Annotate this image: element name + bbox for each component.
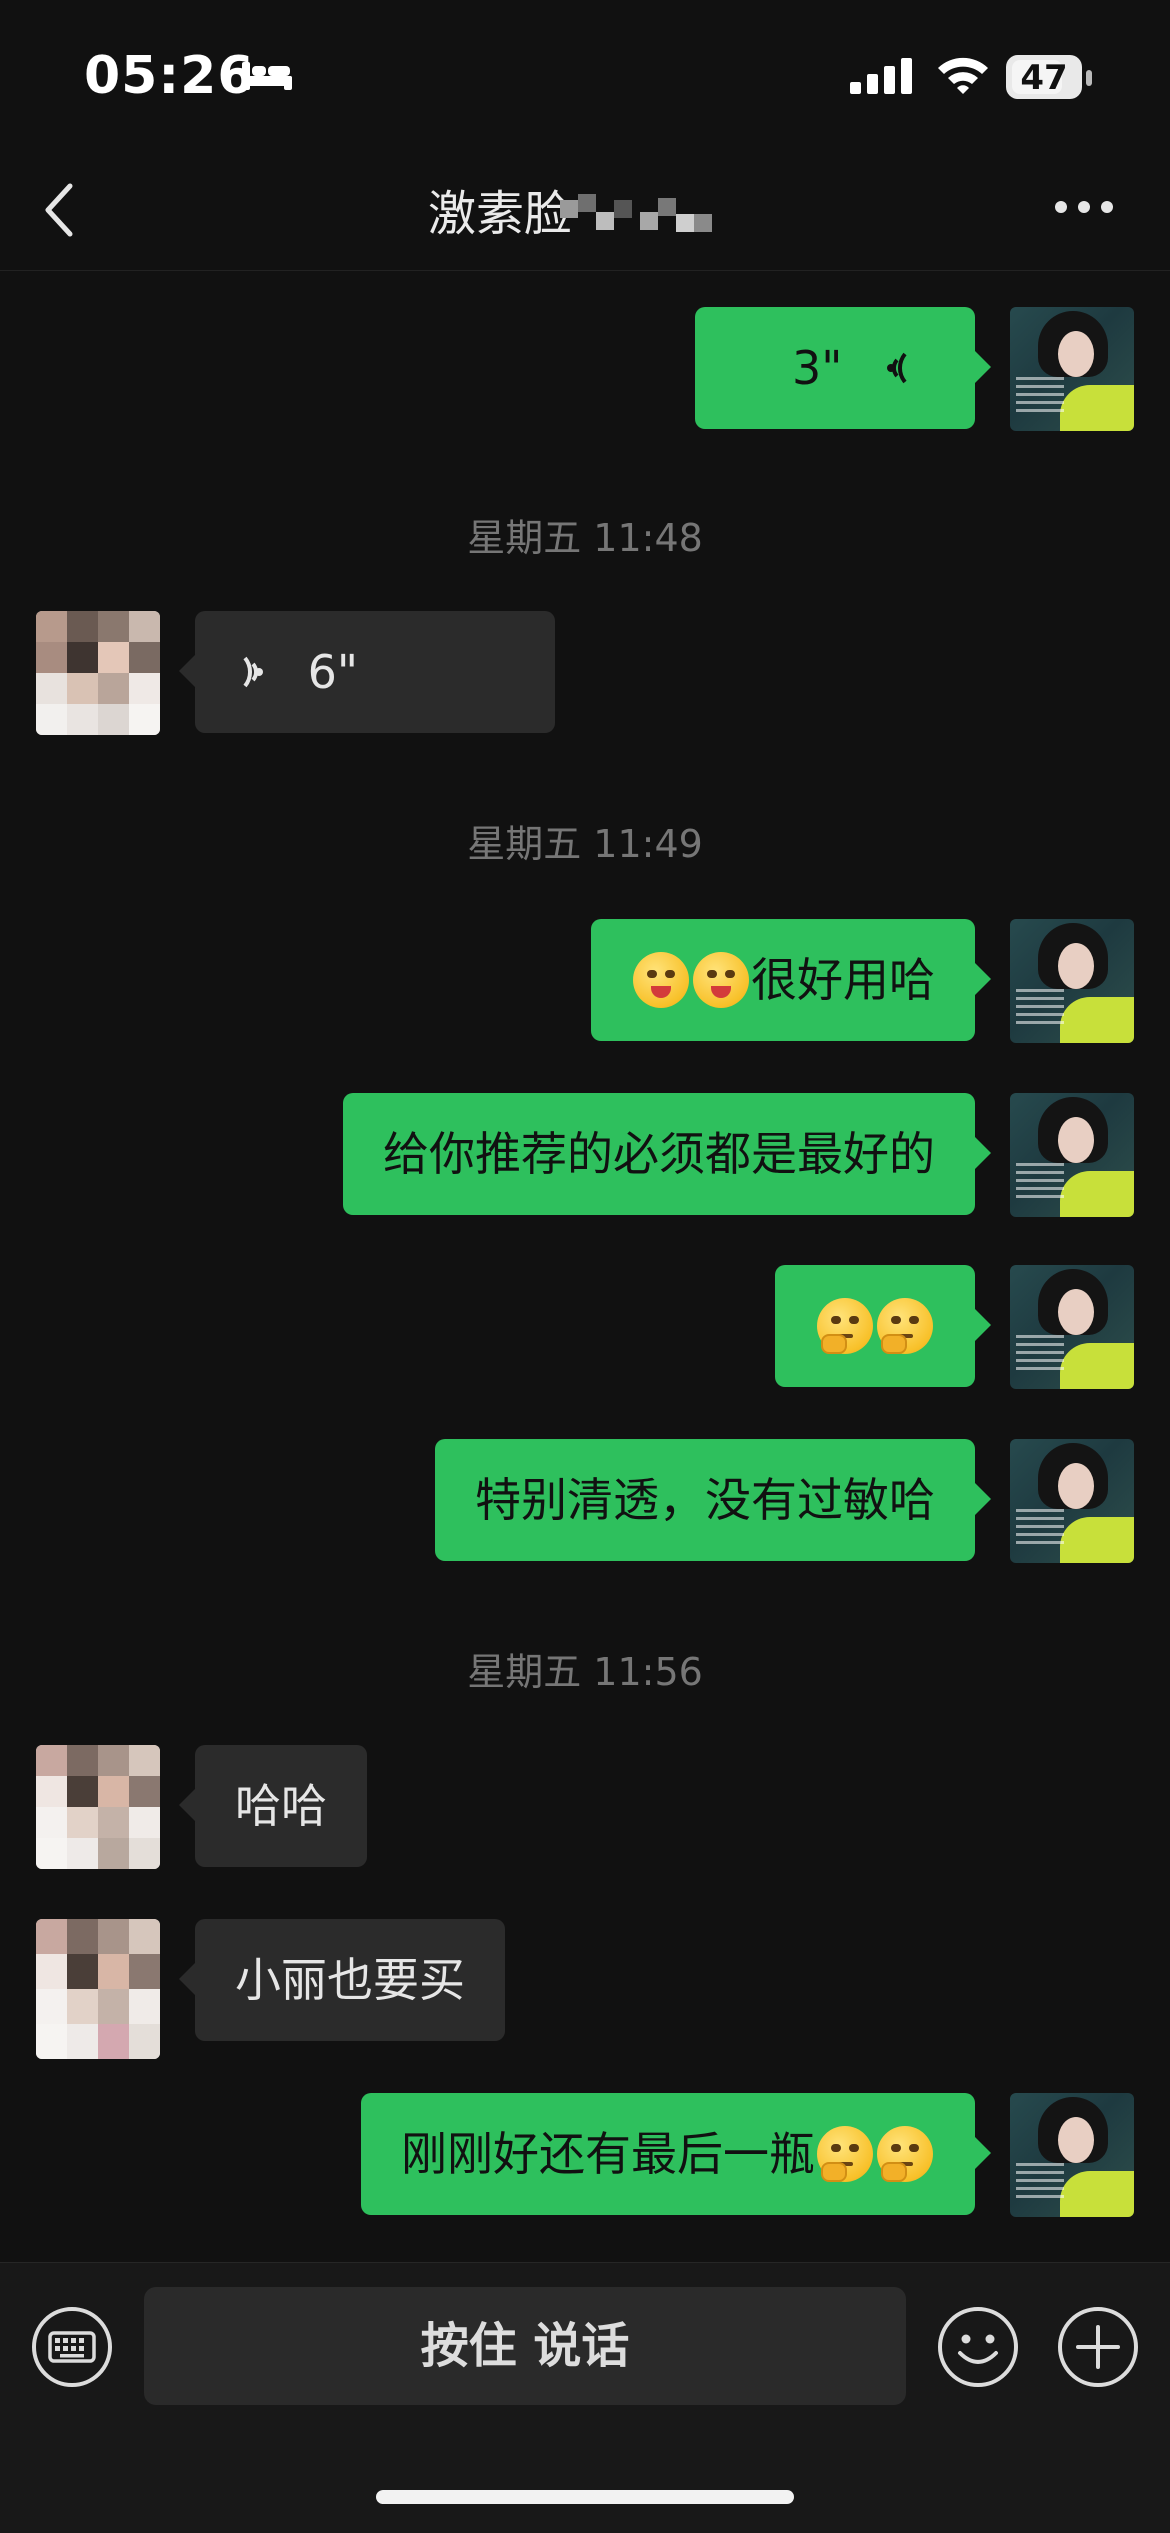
timestamp: 星期五 11:49 [467,822,703,866]
status-time: 05:26 [84,46,255,106]
more-options-icon[interactable] [1054,200,1114,214]
message-text: 很好用哈 [751,953,935,1007]
thinking-face-emoji-icon [817,2125,873,2182]
emoji-message-bubble[interactable] [775,1265,991,1387]
message-text: 小丽也要买 [235,1953,465,2007]
battery-cap [1086,70,1092,86]
chat-message-list[interactable]: 3" 星期五 11:48 6" 星期五 11:49 很好用哈 给你推荐的必须都是… [0,271,1170,2261]
my-avatar[interactable] [1010,1265,1134,1389]
voice-duration: 3" [791,341,843,395]
more-functions-plus-icon[interactable] [1056,2305,1140,2389]
text-message-bubble[interactable]: 给你推荐的必须都是最好的 [343,1093,991,1215]
mosaic-redaction [560,194,712,232]
my-avatar[interactable] [1010,919,1134,1043]
winking-tongue-emoji-icon [693,951,749,1008]
hold-to-talk-button[interactable]: 按住 说话 [144,2287,906,2405]
cellular-signal-icon [850,58,912,94]
home-indicator[interactable] [376,2490,794,2504]
thinking-face-emoji-icon [877,1297,933,1354]
text-message-bubble[interactable]: 小丽也要买 [179,1919,505,2041]
contact-avatar[interactable] [36,1919,160,2059]
contact-avatar[interactable] [36,611,160,735]
my-avatar[interactable] [1010,307,1134,431]
text-message-bubble[interactable]: 很好用哈 [591,919,991,1041]
battery-icon: 47 [1006,55,1082,99]
message-text: 给你推荐的必须都是最好的 [383,1127,935,1181]
text-message-bubble[interactable]: 特别清透，没有过敏哈 [435,1439,991,1561]
my-avatar[interactable] [1010,1093,1134,1217]
emoji-picker-icon[interactable] [936,2305,1020,2389]
message-text: 刚刚好还有最后一瓶 [401,2127,815,2181]
winking-tongue-emoji-icon [633,951,689,1008]
my-avatar[interactable] [1010,2093,1134,2217]
timestamp: 星期五 11:56 [467,1650,703,1694]
thinking-face-emoji-icon [817,1297,873,1354]
thinking-face-emoji-icon [877,2125,933,2182]
back-chevron-icon[interactable] [40,178,80,242]
voice-wave-icon [243,656,263,687]
wifi-icon [938,57,988,94]
message-text: 哈哈 [235,1779,327,1833]
status-bar: 05:26 47 [0,0,1170,150]
keyboard-icon[interactable] [30,2305,114,2389]
battery-level-text: 47 [1020,58,1068,98]
voice-message-bubble[interactable]: 3" [695,307,991,429]
text-message-bubble[interactable]: 刚刚好还有最后一瓶 [361,2093,991,2215]
text-message-bubble[interactable]: 哈哈 [179,1745,367,1867]
timestamp: 星期五 11:48 [467,516,703,560]
voice-duration: 6" [307,645,359,699]
voice-wave-icon [887,352,907,383]
my-avatar[interactable] [1010,1439,1134,1563]
contact-avatar[interactable] [36,1745,160,1869]
voice-message-bubble[interactable]: 6" [179,611,555,733]
sleep-focus-icon [242,62,292,90]
message-text: 特别清透，没有过敏哈 [475,1473,935,1527]
chat-title: 激素脸 [428,186,573,242]
chat-nav-bar: 激素脸 [0,150,1170,271]
